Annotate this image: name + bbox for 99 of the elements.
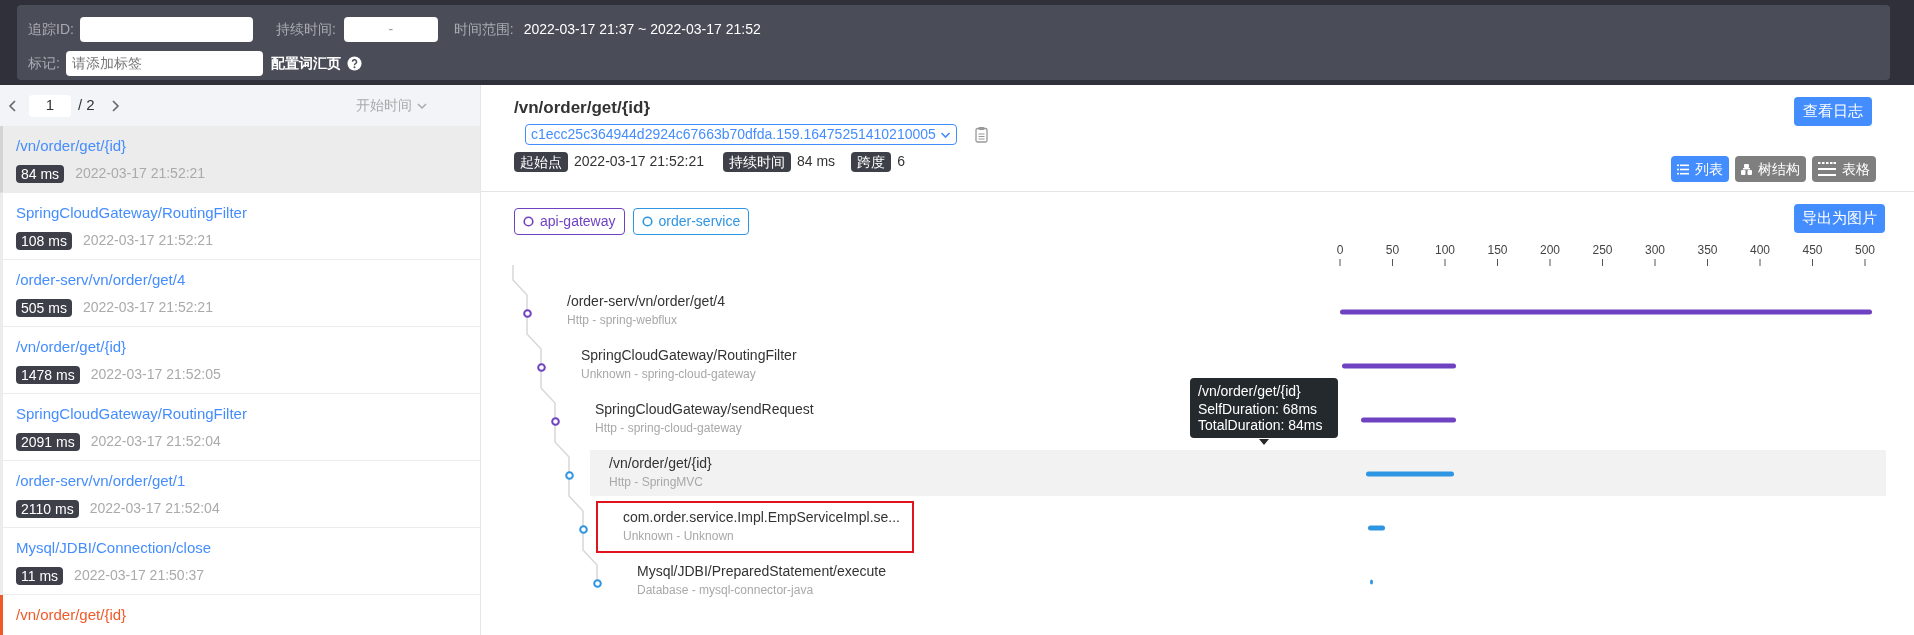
span-subtitle: Database - mysql-connector-java: [637, 582, 814, 599]
page-total: / 2: [78, 95, 95, 116]
node-icon[interactable]: [536, 362, 546, 372]
span-bar[interactable]: [1361, 417, 1456, 423]
span-title: Mysql/JDBI/PreparedStatement/execute: [637, 562, 886, 581]
filter-label: 持续时间:: [275, 19, 336, 39]
duration-badge: 108 ms: [16, 231, 72, 250]
tooltip-line: TotalDuration: 84ms: [1198, 417, 1324, 433]
duration-badge: 2110 ms: [16, 499, 79, 518]
node-icon[interactable]: [564, 470, 574, 480]
circle-icon: [641, 216, 653, 227]
filter-label: 时间范围:: [453, 19, 514, 39]
info-badge: 起始点: [514, 151, 568, 172]
trace-title: /vn/order/get/{id}: [514, 97, 652, 119]
vocabulary-link[interactable]: 配置词汇页: [270, 52, 341, 74]
page-number-field[interactable]: 1: [29, 94, 71, 117]
tooltip-line: SelfDuration: 68ms: [1198, 401, 1319, 417]
span-subtitle: Http - spring-webflux: [567, 312, 678, 329]
trace-time: 2022-03-17 21:52:21: [82, 231, 213, 250]
span-title: SpringCloudGateway/RoutingFilter: [581, 346, 797, 365]
trace-title: /vn/order/get/{id}: [16, 606, 128, 624]
tag-field[interactable]: 请添加标签: [65, 50, 263, 76]
chevron-down-icon: [417, 101, 427, 110]
trace-list-item[interactable]: /order-serv/vn/order/get/1 2110 ms 2022-03-17 21:52:04: [0, 461, 480, 528]
trace-title: /vn/order/get/{id}: [16, 338, 128, 356]
previous-page-icon[interactable]: [8, 99, 18, 112]
trace-time: 2022-03-17 21:52:21: [82, 298, 213, 317]
filter-label: 标记:: [28, 53, 60, 73]
selected-row[interactable]: /vn/order/get/{id} Http - SpringMVC: [590, 450, 1886, 496]
duration-value: 84 ms: [797, 152, 836, 171]
trace-list-item[interactable]: Mysql/JDBI/Connection/close 11 ms 2022-03-17 21:50:37: [0, 528, 480, 595]
span-title: /order-serv/vn/order/get/4: [567, 292, 725, 311]
info-badge: 跨度: [851, 151, 892, 172]
axis-tick-label: 150: [1487, 243, 1508, 257]
span-subtitle: Http - SpringMVC: [609, 474, 704, 491]
trace-title: SpringCloudGateway/RoutingFilter: [16, 204, 248, 222]
axis-tick-label: 300: [1645, 243, 1665, 257]
trace-list-item[interactable]: SpringCloudGateway/RoutingFilter 2091 ms 2022-03-17 21:52:04: [0, 394, 480, 461]
axis-tick-label: 450: [1802, 243, 1823, 257]
span-title: /vn/order/get/{id}: [609, 454, 712, 473]
info-badge: 持续时间: [723, 151, 791, 172]
duration-badge: 11 ms: [16, 566, 64, 585]
span-bar[interactable]: [1366, 471, 1454, 477]
view-tab[interactable]: 树结构: [1735, 156, 1806, 182]
table-icon: [1818, 162, 1836, 176]
node-icon[interactable]: [578, 524, 588, 534]
clipboard-icon[interactable]: [974, 126, 988, 143]
list-icon: [1677, 163, 1689, 175]
trace-time: 2022-03-17 21:52:21: [75, 164, 206, 183]
span-subtitle: Http - spring-cloud-gateway: [595, 420, 742, 437]
trace-time: 2022-03-17 21:50:37: [74, 566, 205, 585]
trace-time: 2022-03-17 21:52:05: [90, 365, 221, 384]
trace-list-item[interactable]: /vn/order/get/{id} 1478 ms 2022-03-17 21:52:05: [0, 327, 480, 394]
tree-icon: [1741, 163, 1752, 175]
trace-id-field[interactable]: [79, 16, 253, 42]
trace-title: Mysql/JDBI/Connection/close: [16, 539, 213, 557]
trace-title: SpringCloudGateway/RoutingFilter: [16, 405, 248, 423]
span-bar[interactable]: [1340, 309, 1872, 315]
axis-tick-label: 400: [1750, 243, 1770, 257]
span-bar[interactable]: [1370, 579, 1373, 585]
axis-tick-label: 0: [1336, 243, 1344, 257]
trace-time: 2022-03-17 21:52:04: [89, 499, 220, 518]
duration-badge: 1478 ms: [16, 365, 80, 384]
axis-tick-label: 100: [1435, 243, 1455, 257]
trace-title: /order-serv/vn/order/get/1: [16, 472, 187, 490]
trace-title: /order-serv/vn/order/get/4: [16, 271, 187, 289]
view-tab[interactable]: 表格: [1812, 156, 1876, 182]
span-subtitle: Unknown - Unknown: [623, 528, 734, 545]
next-page-icon[interactable]: [109, 99, 120, 112]
help-icon[interactable]: [346, 55, 362, 71]
span-count-value: 6: [897, 152, 905, 171]
trace-list-item[interactable]: SpringCloudGateway/RoutingFilter 108 ms 2022-03-17 21:52:21: [0, 193, 480, 260]
axis-tick-label: 500: [1855, 243, 1875, 257]
duration-badge: 84 ms: [16, 164, 65, 183]
trace-list-item[interactable]: /vn/order/get/{id} 84 ms 2022-03-17 21:52:21: [0, 126, 480, 193]
node-icon[interactable]: [592, 578, 602, 588]
trace-time: 2022-03-17 21:52:04: [90, 432, 221, 451]
filter-label: 追踪ID:: [28, 19, 74, 39]
duration-badge: 2091 ms: [16, 432, 80, 451]
span-title: com.order.service.Impl.EmpServiceImpl.se...: [623, 508, 900, 527]
time-range-value: 2022-03-17 21:37 ~ 2022-03-17 21:52: [523, 19, 761, 39]
axis-tick-label: 200: [1540, 243, 1560, 257]
span-subtitle: Unknown - spring-cloud-gateway: [581, 366, 756, 383]
circle-icon: [523, 216, 534, 227]
span-bar[interactable]: [1342, 363, 1456, 369]
span-title: SpringCloudGateway/sendRequest: [595, 400, 814, 419]
duration-badge: 505 ms: [16, 298, 72, 317]
tooltip-title: /vn/order/get/{id}: [1198, 383, 1302, 399]
trace-title: /vn/order/get/{id}: [16, 137, 128, 155]
axis-tick-label: 250: [1592, 243, 1613, 257]
node-icon[interactable]: [522, 308, 532, 318]
start-time-value: 2022-03-17 21:52:21: [574, 152, 704, 171]
trace-list-item[interactable]: /order-serv/vn/order/get/4 505 ms 2022-03-17 21:52:21: [0, 260, 480, 327]
axis-tick-label: 350: [1697, 243, 1718, 257]
span-bar[interactable]: [1368, 525, 1385, 531]
chevron-down-icon: [939, 130, 951, 139]
service-tag[interactable]: api-gateway: [514, 208, 625, 235]
node-icon[interactable]: [550, 416, 560, 426]
axis-tick-label: 50: [1385, 243, 1400, 257]
